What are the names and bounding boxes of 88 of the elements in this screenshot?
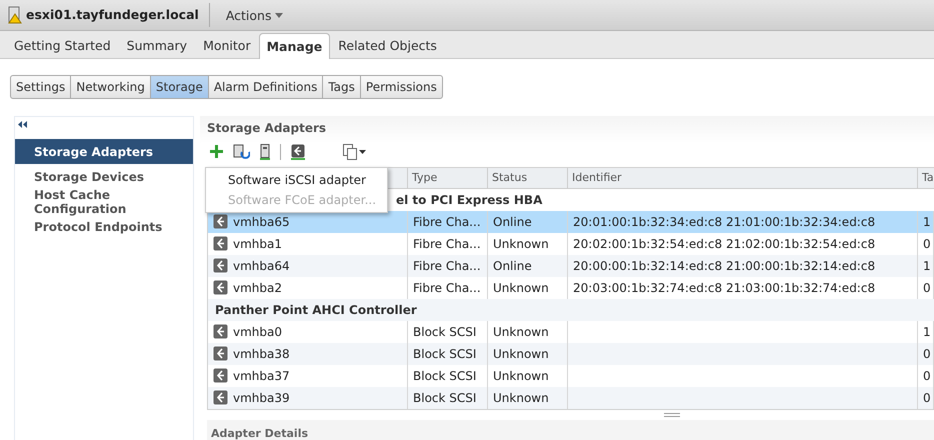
table-cell: Fibre Cha... [413, 280, 481, 295]
server-button[interactable] [260, 144, 270, 160]
group-label: Panther Point AHCI Controller [215, 302, 417, 317]
table-cell: 1 [923, 324, 931, 339]
sidebar-item[interactable]: Protocol Endpoints [15, 214, 193, 239]
rescan-button[interactable] [233, 144, 250, 160]
sub-tab[interactable]: Storage [150, 75, 209, 99]
sub-tab[interactable]: Settings [10, 75, 72, 99]
actions-menu-button[interactable]: Actions [222, 6, 288, 24]
table-row[interactable]: vmhba64 Fibre Cha... Online 20:00:00:1b:32:14:ed:c8 21:00:00:1b:32:14:ed:c8 1 [208, 254, 934, 277]
table-cell: Unknown [493, 236, 549, 251]
column-header[interactable]: Ta [918, 168, 934, 188]
table-cell: 20:02:00:1b:32:54:ed:c8 21:02:00:1b:32:54:ed:c8 [573, 236, 876, 251]
plus-icon [210, 145, 223, 158]
adapter-icon [213, 258, 228, 274]
adapter-icon [213, 324, 228, 340]
table-cell: 20:03:00:1b:32:74:ed:c8 21:03:00:1b:32:74:ed:c8 [573, 280, 876, 295]
adapter-icon [213, 368, 228, 384]
panel-title: Storage Adapters [207, 121, 326, 135]
sidebar-item[interactable]: Host Cache Configuration [15, 189, 193, 214]
table-cell: 0 [923, 346, 931, 361]
table-cell: Unknown [493, 368, 549, 383]
resize-handle-icon[interactable] [664, 412, 680, 417]
sub-tab[interactable]: Networking [70, 75, 151, 99]
table-cell: vmhba1 [233, 236, 282, 251]
table-cell: vmhba37 [233, 368, 290, 383]
table-cell: Fibre Cha... [413, 236, 481, 251]
table-cell: Unknown [493, 390, 549, 405]
table-cell: vmhba65 [233, 214, 290, 229]
column-header[interactable]: Status [488, 168, 568, 188]
sub-tab[interactable]: Alarm Definitions [208, 75, 324, 99]
tab[interactable]: Related Objects [330, 34, 445, 56]
column-header[interactable]: Type [408, 168, 488, 188]
table-cell: Online [493, 258, 532, 273]
sub-tab[interactable]: Tags [322, 75, 361, 99]
adapter-button[interactable] [291, 144, 305, 160]
table-row[interactable]: vmhba38 Block SCSI Unknown 0 [208, 342, 934, 365]
table-cell: 0 [923, 390, 931, 405]
sidebar-item[interactable]: Storage Devices [15, 164, 193, 189]
table-cell: Block SCSI [413, 346, 476, 361]
table-cell: 20:01:00:1b:32:34:ed:c8 21:01:00:1b:32:34:ed:c8 [573, 214, 876, 229]
table-cell: 1 [923, 258, 931, 273]
table-cell: 1 [923, 214, 931, 229]
host-title: esxi01.tayfundeger.local [26, 3, 210, 27]
server-icon [260, 144, 270, 160]
group-label: el to PCI Express HBA [396, 192, 542, 207]
tab[interactable]: Monitor [195, 34, 259, 56]
adapter-icon [213, 346, 228, 362]
tab[interactable]: Summary [118, 34, 196, 56]
table-cell: Block SCSI [413, 368, 476, 383]
tab[interactable]: Getting Started [6, 34, 119, 56]
table-cell: 20:00:00:1b:32:14:ed:c8 21:00:00:1b:32:14:ed:c8 [573, 258, 876, 273]
details-title: Adapter Details [211, 427, 308, 440]
table-cell: 0 [923, 280, 931, 295]
adapter-icon [213, 236, 228, 252]
table-cell: Unknown [493, 346, 549, 361]
sub-tab[interactable]: Permissions [360, 75, 443, 99]
table-row[interactable]: vmhba39 Block SCSI Unknown 0 [208, 386, 934, 409]
table-row[interactable]: vmhba65 Fibre Cha... Online 20:01:00:1b:32:34:ed:c8 21:01:00:1b:32:34:ed:c8 1 [208, 210, 934, 233]
table-cell: Online [493, 214, 532, 229]
double-caret-icon [18, 121, 27, 128]
table-cell: vmhba0 [233, 324, 282, 339]
menu-item[interactable]: Software iSCSI adapter [206, 170, 387, 190]
table-cell: vmhba2 [233, 280, 282, 295]
table-cell: 0 [923, 236, 931, 251]
table-cell: 0 [923, 368, 931, 383]
table-cell: Unknown [493, 324, 549, 339]
refresh-storage-icon [233, 144, 250, 160]
sidebar-item[interactable]: Storage Adapters [15, 139, 193, 164]
table-cell: vmhba64 [233, 258, 290, 273]
caret-icon [275, 12, 284, 18]
adapter-icon [213, 390, 228, 406]
caret-icon [359, 150, 366, 154]
table-cell: vmhba38 [233, 346, 290, 361]
table-cell: vmhba39 [233, 390, 290, 405]
copy-menu-button[interactable] [343, 144, 366, 160]
tab[interactable]: Manage [258, 33, 330, 59]
table-cell: Fibre Cha... [413, 214, 481, 229]
adapter-icon [213, 280, 228, 296]
table-cell: Fibre Cha... [413, 258, 481, 273]
documents-icon [343, 144, 357, 160]
table-cell: Unknown [493, 280, 549, 295]
adapter-icon [291, 144, 305, 160]
add-button[interactable] [210, 145, 223, 158]
column-header[interactable]: Identifier [568, 168, 918, 188]
host-warning-icon [8, 6, 22, 24]
table-cell: Block SCSI [413, 324, 476, 339]
table-cell: Block SCSI [413, 390, 476, 405]
